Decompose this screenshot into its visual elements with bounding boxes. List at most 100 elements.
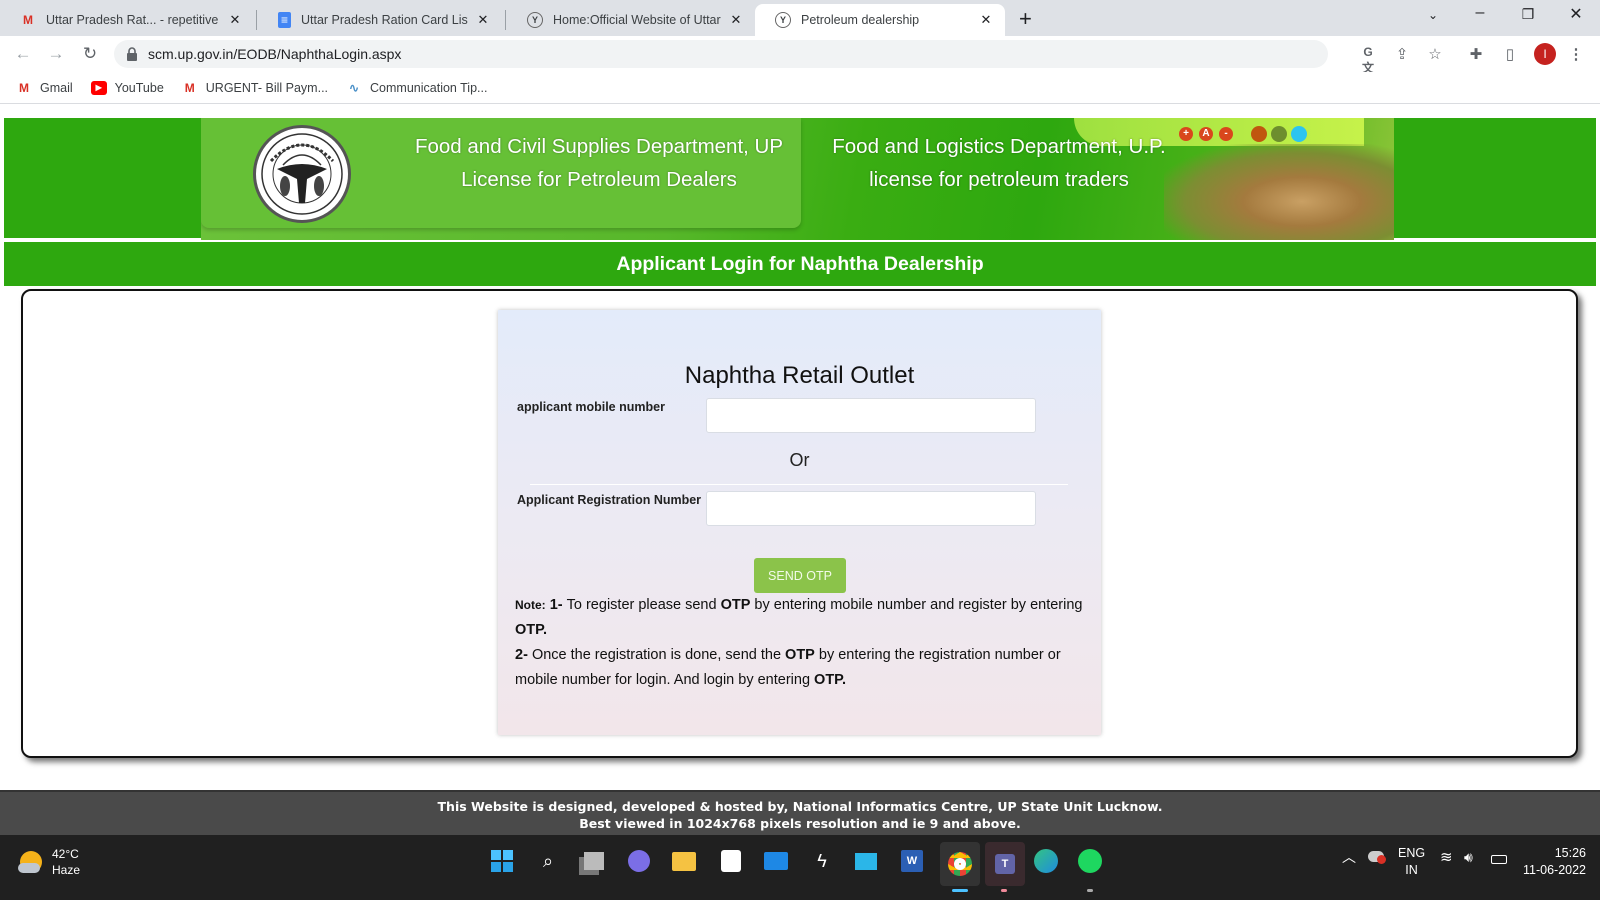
mail-icon[interactable] xyxy=(762,847,790,875)
close-tab-icon[interactable]: ✕ xyxy=(977,12,995,28)
tab-title: Petroleum dealership xyxy=(801,13,920,27)
language-indicator[interactable]: ENG IN xyxy=(1398,845,1425,879)
teams-icon[interactable]: T xyxy=(985,842,1025,886)
menu-icon[interactable]: ⋮ xyxy=(1566,45,1586,63)
theme-green-button[interactable] xyxy=(1271,126,1287,142)
gmail-icon: M xyxy=(19,80,29,95)
or-separator-text: Or xyxy=(789,450,810,470)
new-tab-button[interactable]: + xyxy=(1019,6,1032,32)
note-1-text-a: To register please send xyxy=(566,597,721,613)
up-government-emblem xyxy=(253,125,351,223)
theme-orange-button[interactable] xyxy=(1251,126,1267,142)
windows-icon xyxy=(491,850,513,872)
left-subtitle: License for Petroleum Dealers xyxy=(461,168,737,191)
wifi-icon[interactable]: ≋ xyxy=(1440,849,1453,866)
grain-hands-image xyxy=(1164,144,1394,240)
show-hidden-icons-chevron[interactable]: ︿ xyxy=(1342,849,1356,866)
bookmark-label: YouTube xyxy=(114,80,164,95)
banner-image: + A - xyxy=(201,118,1394,240)
close-tab-icon[interactable]: ✕ xyxy=(226,12,244,28)
share-icon[interactable]: ⇪ xyxy=(1392,45,1412,63)
store-icon[interactable] xyxy=(717,847,745,875)
theme-blue-button[interactable] xyxy=(1291,126,1307,142)
edge-icon[interactable] xyxy=(1032,847,1060,875)
word-icon[interactable]: W xyxy=(898,847,926,875)
bookmark-communication[interactable]: ∿ Communication Tip... xyxy=(346,81,487,95)
lock-icon xyxy=(127,47,137,61)
extensions-icon[interactable]: ✚ xyxy=(1466,45,1486,63)
bookmark-gmail[interactable]: M Gmail xyxy=(16,81,73,95)
weather-haze-icon xyxy=(18,851,42,873)
footer-resolution-note: Best viewed in 1024x768 pixels resolutio… xyxy=(579,816,1021,831)
onedrive-error-icon[interactable] xyxy=(1368,851,1386,864)
clock-time: 15:26 xyxy=(1554,846,1586,860)
right-title: Food and Logistics Department, U.P. xyxy=(832,135,1166,158)
tab-up-official[interactable]: Y Home:Official Website of Uttar Pr ✕ xyxy=(507,4,755,36)
weather-description: Haze xyxy=(52,863,81,877)
start-button[interactable] xyxy=(488,847,516,875)
side-panel-icon[interactable]: ▯ xyxy=(1500,45,1520,63)
docs-icon: ≡ xyxy=(278,12,291,28)
chat-icon[interactable] xyxy=(625,847,653,875)
mobile-number-input[interactable] xyxy=(706,398,1036,433)
tab-petroleum-dealership[interactable]: Y Petroleum dealership ✕ xyxy=(755,4,1005,36)
region-text: IN xyxy=(1405,863,1418,877)
header-banner: + A - Food and Civil Supplies Department… xyxy=(4,118,1596,240)
tab-gmail[interactable]: M Uttar Pradesh Rat... - repetitive - ✕ xyxy=(0,4,254,36)
note-2-text-a: Once the registration is done, send the xyxy=(531,647,786,663)
file-explorer-icon[interactable] xyxy=(670,847,698,875)
login-card: Naphtha Retail Outlet applicant mobile n… xyxy=(498,310,1101,735)
tab-divider xyxy=(505,10,506,30)
language-text: ENG xyxy=(1398,846,1426,860)
note-1-prefix: 1- xyxy=(549,597,563,613)
bookmarks-bar: M Gmail ▶ YouTube M URGENT- Bill Paym... ∿ C… xyxy=(0,72,1600,104)
forward-button[interactable]: → xyxy=(45,44,67,64)
restore-button[interactable]: ❐ xyxy=(1513,6,1543,23)
tab-search-icon[interactable]: ⌄ xyxy=(1418,8,1448,22)
gmail-icon: M xyxy=(184,80,195,95)
reload-button[interactable]: ↻ xyxy=(79,44,101,64)
bookmark-youtube[interactable]: ▶ YouTube xyxy=(90,80,164,95)
up-emblem-icon: Y xyxy=(775,12,791,28)
instructions-note: Note: 1- To register please send OTP by … xyxy=(515,593,1085,693)
bookmark-urgent-bill[interactable]: M URGENT- Bill Paym... xyxy=(182,81,328,95)
weather-widget[interactable]: 42°C Haze xyxy=(18,846,81,878)
teams-indicator xyxy=(1001,889,1007,892)
volume-icon[interactable]: 🔊︎ xyxy=(1464,849,1473,866)
normal-font-button[interactable]: A xyxy=(1199,127,1213,141)
battery-icon[interactable] xyxy=(1491,855,1507,864)
registration-number-label: Applicant Registration Number xyxy=(517,493,702,507)
bookmark-star-icon[interactable]: ☆ xyxy=(1425,45,1445,63)
close-window-button[interactable]: ✕ xyxy=(1561,4,1591,24)
gmail-icon: M xyxy=(23,13,33,27)
address-bar[interactable]: scm.up.gov.in/EODB/NaphthaLogin.aspx xyxy=(114,40,1328,68)
mobile-number-label: applicant mobile number xyxy=(517,400,665,414)
send-otp-button[interactable]: SEND OTP xyxy=(754,558,846,593)
login-title-bar: Applicant Login for Naphtha Dealership xyxy=(4,242,1596,286)
task-view-icon[interactable] xyxy=(580,847,608,875)
search-icon[interactable]: ⌕ xyxy=(534,847,562,875)
close-tab-icon[interactable]: ✕ xyxy=(474,12,492,28)
browser-tab-strip: M Uttar Pradesh Rat... - repetitive - ✕ … xyxy=(0,0,1600,36)
decrease-font-button[interactable]: - xyxy=(1219,127,1233,141)
note-2-otp-end: OTP. xyxy=(814,672,847,688)
tab-ration-card-list[interactable]: ≡ Uttar Pradesh Ration Card List - C ✕ xyxy=(258,4,502,36)
note-1-text-c: by entering mobile number and register b… xyxy=(750,597,1083,613)
monitor-icon[interactable] xyxy=(852,847,880,875)
footer-credit: This Website is designed, developed & ho… xyxy=(437,799,1163,814)
lightning-app-icon[interactable]: ϟ xyxy=(808,847,836,875)
form-heading: Naphtha Retail Outlet xyxy=(684,362,915,389)
clock[interactable]: 15:26 11-06-2022 xyxy=(1522,845,1586,879)
minimize-button[interactable]: – xyxy=(1465,4,1495,22)
note-label: Note: xyxy=(515,598,546,612)
spotify-indicator xyxy=(1087,889,1093,892)
spotify-icon[interactable] xyxy=(1076,847,1104,875)
department-title-right: Food and Logistics Department, U.P. lice… xyxy=(814,130,1184,196)
profile-avatar[interactable]: I xyxy=(1534,43,1556,65)
youtube-icon: ▶ xyxy=(90,80,107,95)
back-button[interactable]: ← xyxy=(12,44,34,64)
note-2-prefix: 2- xyxy=(515,647,528,663)
registration-number-input[interactable] xyxy=(706,491,1036,526)
close-tab-icon[interactable]: ✕ xyxy=(727,12,745,28)
chrome-icon[interactable] xyxy=(940,842,980,886)
